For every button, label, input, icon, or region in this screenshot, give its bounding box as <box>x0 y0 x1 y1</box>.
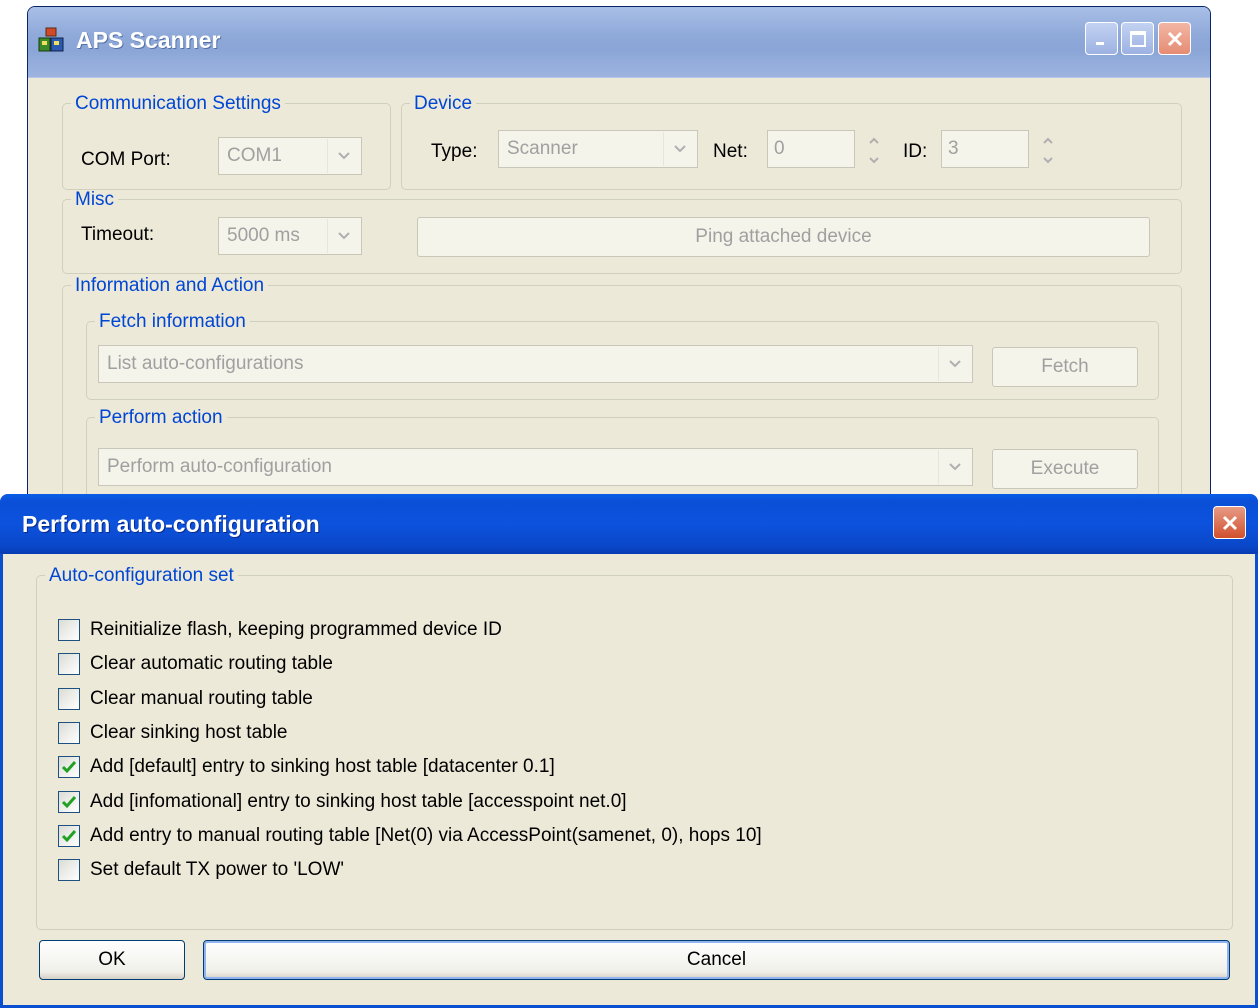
perform-action-select[interactable]: Perform auto-configuration <box>98 448 973 486</box>
chevron-down-icon[interactable] <box>938 347 971 381</box>
option-row[interactable]: Add [infomational] entry to sinking host… <box>58 789 627 815</box>
option-row[interactable]: Add [default] entry to sinking host tabl… <box>58 754 555 780</box>
net-spinner[interactable]: 0 <box>767 130 879 168</box>
minimize-icon <box>1095 41 1104 45</box>
option-label: Clear automatic routing table <box>90 653 333 674</box>
spin-down-icon[interactable] <box>1042 156 1054 164</box>
option-row[interactable]: Clear sinking host table <box>58 720 288 746</box>
timeout-label: Timeout: <box>81 224 155 245</box>
device-type-value: Scanner <box>507 138 578 159</box>
fetch-information-legend: Fetch information <box>99 311 246 332</box>
fetch-information-value: List auto-configurations <box>107 353 304 374</box>
option-checkbox[interactable] <box>58 791 80 813</box>
chevron-down-icon[interactable] <box>327 139 360 173</box>
perform-action-legend: Perform action <box>99 407 223 428</box>
close-icon <box>1167 31 1182 46</box>
option-checkbox[interactable] <box>58 619 80 641</box>
net-label: Net: <box>713 141 748 162</box>
cancel-button[interactable]: Cancel <box>203 940 1230 980</box>
chevron-down-icon[interactable] <box>938 450 971 484</box>
device-legend: Device <box>414 93 473 114</box>
timeout-select[interactable]: 5000 ms <box>218 217 362 255</box>
com-port-label: COM Port: <box>81 149 171 170</box>
dialog-title: Perform auto-configuration <box>22 511 320 537</box>
checkmark-icon <box>61 796 77 809</box>
ok-button[interactable]: OK <box>39 940 185 980</box>
fetch-button[interactable]: Fetch <box>992 347 1138 387</box>
spin-up-icon[interactable] <box>1042 137 1054 145</box>
auto-configuration-dialog: Perform auto-configuration Auto-configur… <box>0 494 1258 1008</box>
main-close-button[interactable] <box>1158 22 1191 55</box>
option-label: Reinitialize flash, keeping programmed d… <box>90 619 502 640</box>
maximize-button[interactable] <box>1121 22 1154 55</box>
option-checkbox[interactable] <box>58 722 80 744</box>
id-value: 3 <box>948 138 959 159</box>
id-spinner[interactable]: 3 <box>941 130 1053 168</box>
option-checkbox[interactable] <box>58 756 80 778</box>
option-checkbox[interactable] <box>58 653 80 675</box>
option-label: Clear sinking host table <box>90 722 288 743</box>
type-label: Type: <box>431 141 478 162</box>
option-checkbox[interactable] <box>58 688 80 710</box>
misc-legend: Misc <box>75 189 115 210</box>
option-label: Clear manual routing table <box>90 688 313 709</box>
close-icon <box>1222 515 1237 530</box>
com-port-select[interactable]: COM1 <box>218 137 362 175</box>
option-row[interactable]: Add entry to manual routing table [Net(0… <box>58 823 762 849</box>
option-label: Add [default] entry to sinking host tabl… <box>90 756 555 777</box>
option-row[interactable]: Set default TX power to 'LOW' <box>58 857 344 883</box>
device-type-select[interactable]: Scanner <box>498 130 698 168</box>
main-client-area: Communication Settings COM Port: COM1 De… <box>28 78 1210 527</box>
dialog-body: Auto-configuration set Reinitialize flas… <box>3 554 1255 1005</box>
option-row[interactable]: Reinitialize flash, keeping programmed d… <box>58 617 502 643</box>
ping-device-button[interactable]: Ping attached device <box>417 217 1150 257</box>
minimize-button[interactable] <box>1085 22 1118 55</box>
information-action-legend: Information and Action <box>75 275 265 296</box>
option-label: Add [infomational] entry to sinking host… <box>90 791 627 812</box>
chevron-down-icon[interactable] <box>327 219 360 253</box>
dialog-title-bar[interactable]: Perform auto-configuration <box>0 494 1258 554</box>
option-checkbox[interactable] <box>58 859 80 881</box>
auto-configuration-set-legend: Auto-configuration set <box>49 565 234 586</box>
option-label: Add entry to manual routing table [Net(0… <box>90 825 762 846</box>
maximize-icon <box>1129 30 1146 47</box>
app-icon <box>38 27 64 52</box>
perform-action-value: Perform auto-configuration <box>107 456 332 477</box>
communication-settings-legend: Communication Settings <box>75 93 281 114</box>
option-row[interactable]: Clear automatic routing table <box>58 651 333 677</box>
dialog-close-button[interactable] <box>1213 506 1246 539</box>
option-label: Set default TX power to 'LOW' <box>90 859 345 880</box>
main-title-bar[interactable]: APS Scanner <box>28 7 1210 78</box>
checkmark-icon <box>61 830 77 843</box>
id-label: ID: <box>903 141 928 162</box>
execute-button[interactable]: Execute <box>992 449 1138 489</box>
spin-down-icon[interactable] <box>868 156 880 164</box>
chevron-down-icon[interactable] <box>663 132 696 166</box>
net-value: 0 <box>774 138 785 159</box>
checkmark-icon <box>61 761 77 774</box>
option-row[interactable]: Clear manual routing table <box>58 686 313 712</box>
main-window-title: APS Scanner <box>76 27 221 53</box>
com-port-value: COM1 <box>227 145 282 166</box>
fetch-information-select[interactable]: List auto-configurations <box>98 345 973 383</box>
main-window: APS Scanner Communication Settings COM P… <box>27 6 1211 528</box>
option-checkbox[interactable] <box>58 825 80 847</box>
timeout-value: 5000 ms <box>227 225 300 246</box>
spin-up-icon[interactable] <box>868 137 880 145</box>
